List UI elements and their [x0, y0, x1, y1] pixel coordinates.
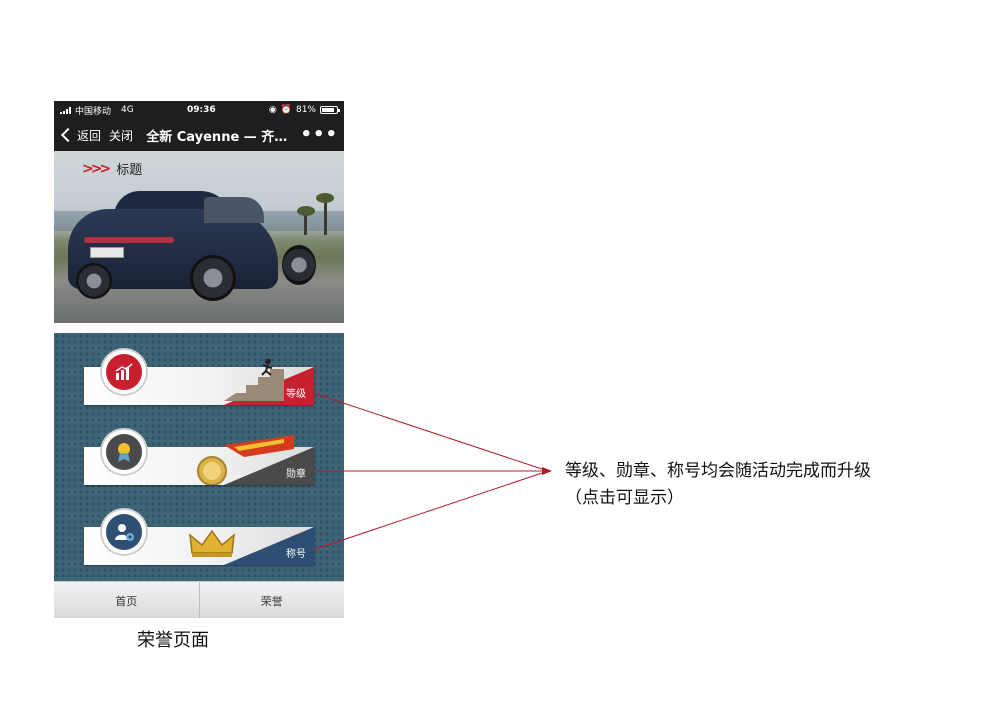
honor-panel: 等级 勋章 称号: [54, 333, 344, 581]
arrow-line-title: [312, 470, 549, 551]
chevron-left-icon: [60, 127, 76, 143]
honor-card-medal[interactable]: 勋章: [84, 430, 314, 485]
tab-bar: 首页 荣誉: [54, 581, 344, 618]
rear-wheel-right: [190, 255, 236, 301]
level-badge[interactable]: [102, 350, 146, 394]
status-bar: 中国移动 4G 09:36 ◉ ⏰ 81%: [54, 101, 344, 119]
medal-badge[interactable]: [102, 430, 146, 474]
clock: 09:36: [186, 105, 216, 115]
rear-wheel: [76, 263, 112, 299]
tab-honor[interactable]: 荣誉: [198, 582, 345, 618]
screen-caption: 荣誉页面: [137, 630, 209, 651]
annotation-line-1: 等级、勋章、称号均会随活动完成而升级: [565, 461, 871, 481]
honor-card-level[interactable]: 等级: [84, 350, 314, 405]
network-type: 4G: [121, 105, 134, 115]
close-button[interactable]: 关闭: [109, 127, 133, 144]
back-button[interactable]: 返回: [60, 127, 101, 144]
honor-label-medal: 勋章: [286, 469, 306, 480]
nav-bar: 返回 关闭 全新 Cayenne — 齐… •••: [54, 119, 344, 151]
gold-medal-decoration: [197, 435, 294, 485]
user-gear-icon: [106, 514, 142, 550]
hero-banner[interactable]: >>> 标题: [54, 151, 344, 323]
runner-stairs-icon: [224, 359, 284, 401]
signal-icon: [60, 106, 71, 114]
palm-leaves: [297, 206, 315, 216]
phone-screen: 中国移动 4G 09:36 ◉ ⏰ 81% 返回 关闭 全新 Cayenne —…: [54, 101, 344, 618]
more-menu-button[interactable]: •••: [300, 126, 338, 144]
alarm-icon: ⏰: [280, 105, 292, 115]
hero-title: >>> 标题: [82, 159, 143, 179]
rotation-lock-icon: ◉: [268, 105, 277, 115]
annotation-line-2: （点击可显示）: [565, 488, 684, 508]
crown-icon: [189, 529, 235, 557]
honor-label-level: 等级: [286, 389, 306, 400]
tab-home[interactable]: 首页: [54, 582, 199, 618]
battery-icon: [320, 106, 340, 114]
car-taillight: [84, 237, 174, 243]
back-label: 返回: [77, 128, 102, 143]
palm-leaves: [316, 193, 334, 203]
carrier: 中国移动: [75, 106, 112, 117]
hero-title-label: 标题: [116, 163, 143, 178]
license-plate: [90, 247, 124, 258]
medal-icon: [106, 434, 142, 470]
honor-card-title[interactable]: 称号: [84, 510, 314, 565]
front-wheel: [282, 245, 316, 285]
arrow-head: [542, 467, 552, 475]
car-window: [204, 197, 264, 223]
annotation-note: 等级、勋章、称号均会随活动完成而升级 （点击可显示）: [565, 458, 871, 512]
arrow-line-level: [312, 392, 549, 472]
double-chevron-right-icon: >>>: [82, 160, 111, 177]
palm-tree: [324, 199, 327, 235]
title-badge[interactable]: [102, 510, 146, 554]
level-chart-icon: [106, 354, 142, 390]
battery-percent: 81%: [295, 105, 316, 115]
page-title: 全新 Cayenne — 齐…: [146, 129, 288, 145]
honor-label-title: 称号: [286, 549, 306, 560]
